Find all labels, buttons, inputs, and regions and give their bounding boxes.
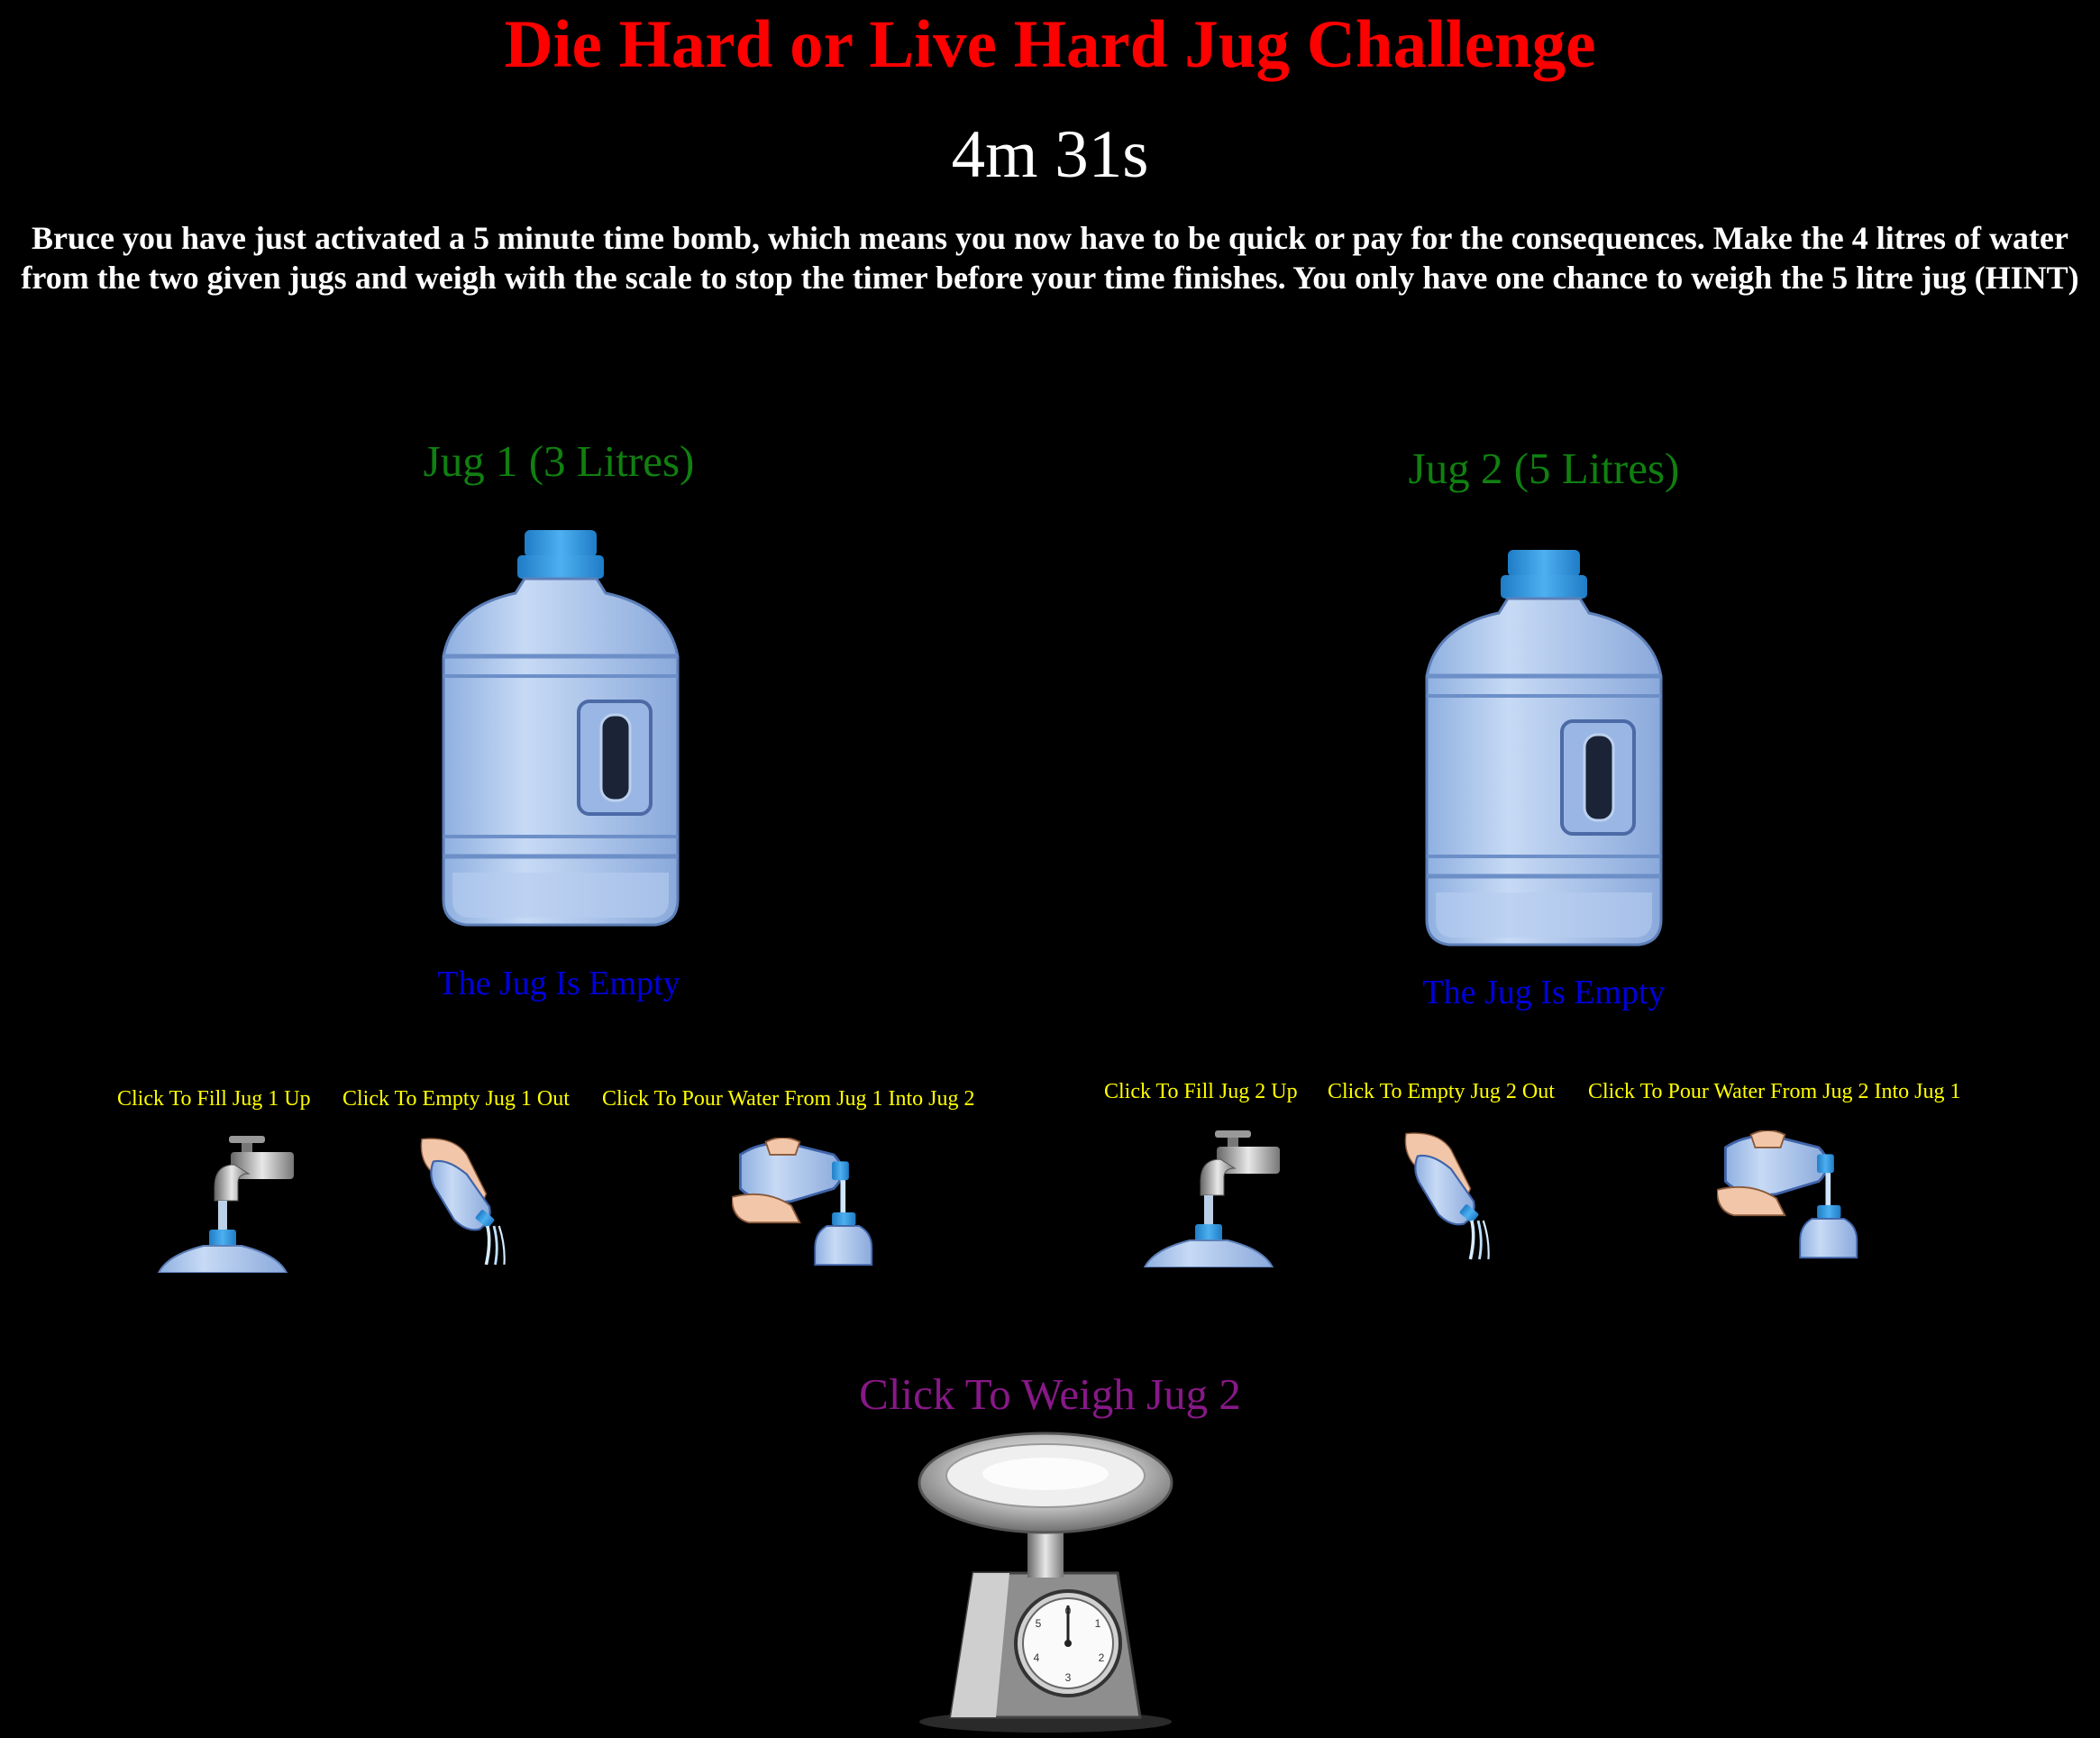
pour-into-icon[interactable] — [732, 1138, 876, 1269]
svg-text:5: 5 — [1036, 1617, 1042, 1630]
pour-jug2-into-jug1-button[interactable]: Click To Pour Water From Jug 2 Into Jug … — [1588, 1078, 1961, 1105]
svg-text:2: 2 — [1099, 1651, 1105, 1664]
water-jug-icon — [1409, 541, 1679, 956]
svg-text:0: 0 — [1065, 1605, 1072, 1617]
fill-jug1-button[interactable]: Click To Fill Jug 1 Up — [117, 1085, 311, 1112]
pour-into-icon[interactable] — [1717, 1130, 1861, 1262]
countdown-timer: 4m 31s — [951, 117, 1149, 192]
svg-text:1: 1 — [1095, 1617, 1101, 1630]
weigh-jug2-button[interactable]: Click To Weigh Jug 2 — [0, 1363, 2100, 1426]
page-title: Die Hard or Live Hard Jug Challenge — [504, 7, 1596, 82]
jug2-status: The Jug Is Empty — [1422, 974, 1666, 1011]
tap-fill-icon[interactable] — [1137, 1123, 1282, 1267]
game-page: Die Hard or Live Hard Jug Challenge 4m 3… — [0, 0, 2100, 1738]
fill-jug2-button[interactable]: Click To Fill Jug 2 Up — [1104, 1078, 1298, 1105]
jug2-title: Jug 2 (5 Litres) — [1408, 444, 1680, 493]
jug1-title: Jug 1 (3 Litres) — [423, 436, 695, 486]
water-jug-icon — [425, 521, 696, 936]
instructions-text: Bruce you have just activated a 5 minute… — [21, 220, 2079, 296]
svg-text:3: 3 — [1065, 1671, 1072, 1684]
pour-out-icon[interactable] — [1379, 1130, 1523, 1266]
jug1-status: The Jug Is Empty — [437, 965, 680, 1002]
pour-jug1-into-jug2-button[interactable]: Click To Pour Water From Jug 1 Into Jug … — [602, 1085, 975, 1112]
pour-out-icon[interactable] — [395, 1136, 539, 1271]
svg-text:4: 4 — [1034, 1651, 1040, 1664]
kitchen-scale-icon[interactable]: 0 1 2 3 4 5 — [910, 1429, 1181, 1735]
empty-jug1-button[interactable]: Click To Empty Jug 1 Out — [342, 1085, 570, 1112]
tap-fill-icon[interactable] — [151, 1129, 296, 1273]
empty-jug2-button[interactable]: Click To Empty Jug 2 Out — [1328, 1078, 1555, 1105]
